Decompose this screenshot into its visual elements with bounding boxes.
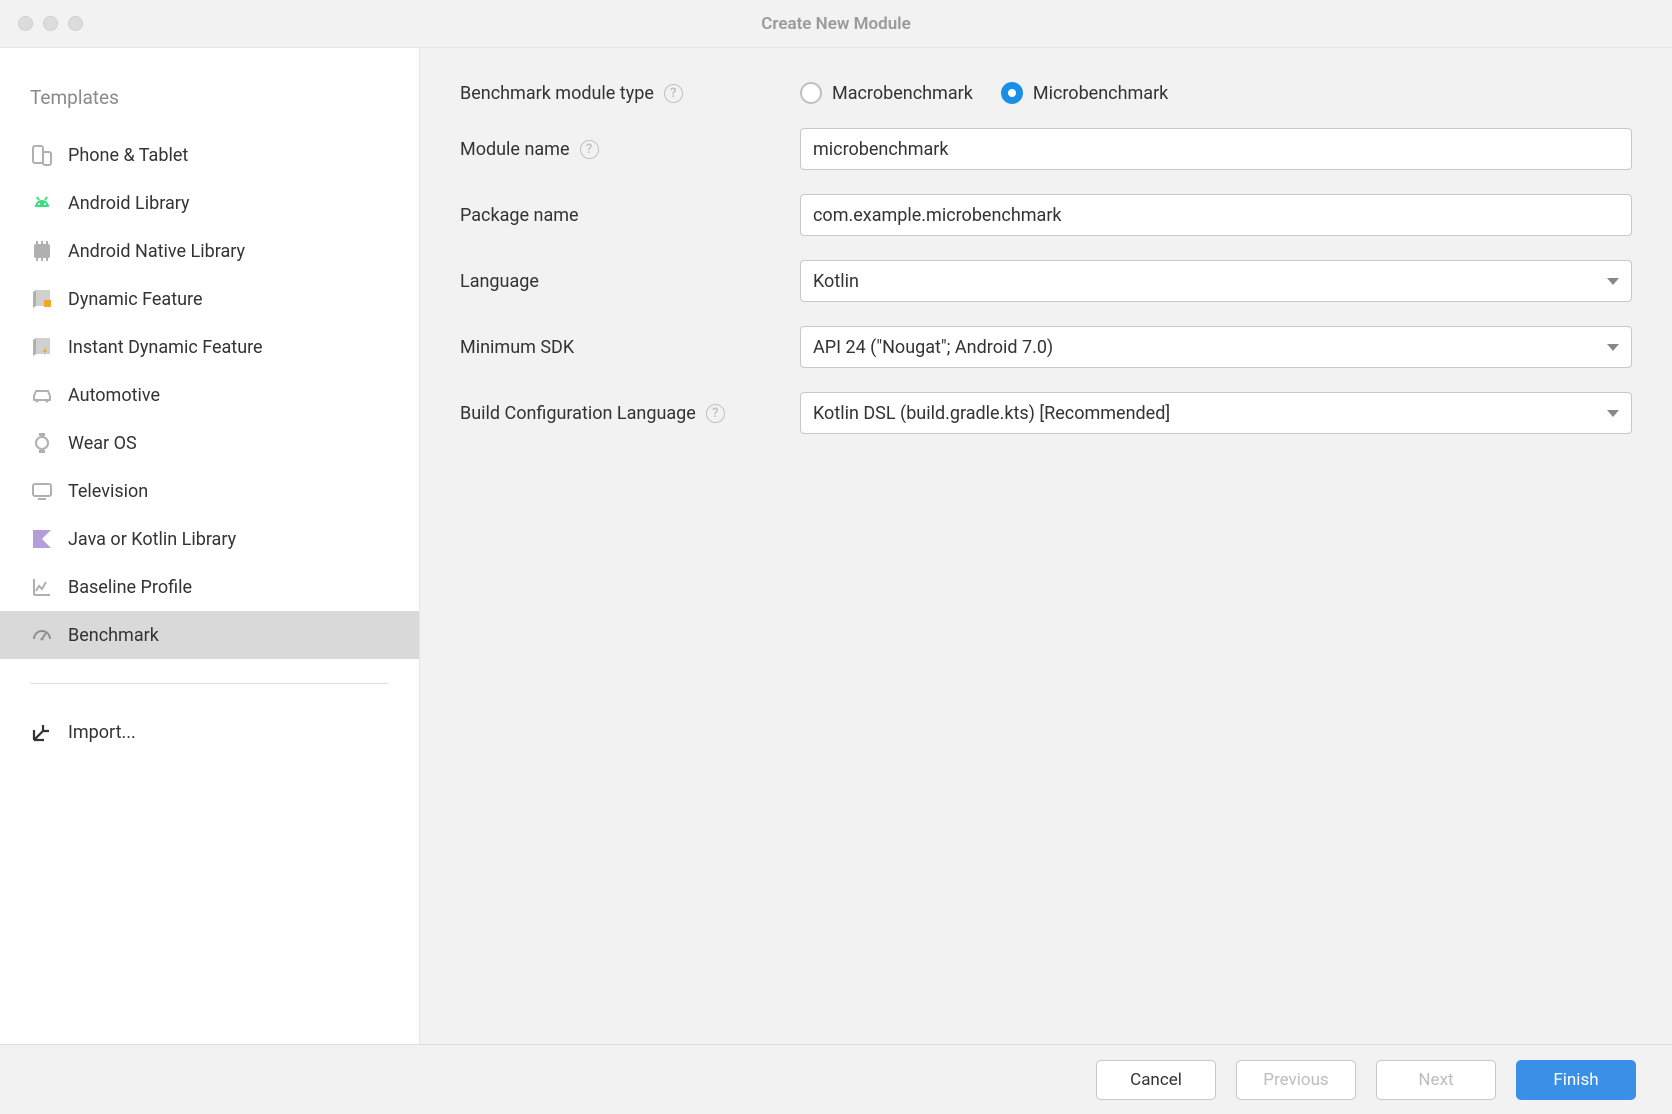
sidebar-import[interactable]: Import...: [0, 708, 419, 756]
chevron-down-icon: [1607, 344, 1619, 351]
template-television[interactable]: Television: [0, 467, 419, 515]
template-label: Android Library: [68, 193, 190, 214]
create-module-dialog: Create New Module Templates Phone & Tabl…: [0, 0, 1672, 1114]
template-benchmark[interactable]: Benchmark: [0, 611, 419, 659]
template-android-library[interactable]: Android Library: [0, 179, 419, 227]
zoom-window-button[interactable]: [68, 16, 83, 31]
kotlin-icon: [30, 527, 54, 551]
import-icon: [30, 720, 54, 744]
template-label: Benchmark: [68, 625, 159, 646]
template-list: Phone & Tablet Android Library: [0, 131, 419, 659]
template-label: Television: [68, 481, 148, 502]
package-name-label: Package name: [460, 205, 800, 226]
template-label: Dynamic Feature: [68, 289, 203, 310]
minimize-window-button[interactable]: [43, 16, 58, 31]
native-library-icon: [30, 239, 54, 263]
template-android-native-library[interactable]: Android Native Library: [0, 227, 419, 275]
car-icon: [30, 383, 54, 407]
package-name-input[interactable]: com.example.microbenchmark: [800, 194, 1632, 236]
tv-icon: [30, 479, 54, 503]
template-label: Instant Dynamic Feature: [68, 337, 263, 358]
radio-label: Macrobenchmark: [832, 83, 973, 104]
help-icon[interactable]: ?: [664, 84, 683, 103]
template-baseline-profile[interactable]: Baseline Profile: [0, 563, 419, 611]
import-label: Import...: [68, 722, 136, 743]
template-label: Phone & Tablet: [68, 145, 188, 166]
next-button[interactable]: Next: [1376, 1060, 1496, 1100]
build-config-language-label: Build Configuration Language ?: [460, 403, 800, 424]
chevron-down-icon: [1607, 410, 1619, 417]
input-value: microbenchmark: [813, 139, 949, 160]
help-icon[interactable]: ?: [580, 140, 599, 159]
radio-macrobenchmark[interactable]: Macrobenchmark: [800, 82, 973, 104]
benchmark-type-label: Benchmark module type ?: [460, 83, 800, 104]
benchmark-type-radios: Macrobenchmark Microbenchmark: [800, 82, 1632, 104]
templates-header: Templates: [0, 82, 419, 131]
language-select[interactable]: Kotlin: [800, 260, 1632, 302]
android-icon: [30, 191, 54, 215]
select-value: API 24 ("Nougat"; Android 7.0): [813, 337, 1053, 358]
help-icon[interactable]: ?: [706, 404, 725, 423]
module-name-input[interactable]: microbenchmark: [800, 128, 1632, 170]
template-instant-dynamic-feature[interactable]: Instant Dynamic Feature: [0, 323, 419, 371]
dynamic-feature-icon: [30, 287, 54, 311]
select-value: Kotlin DSL (build.gradle.kts) [Recommend…: [813, 403, 1170, 424]
template-phone-tablet[interactable]: Phone & Tablet: [0, 131, 419, 179]
template-automotive[interactable]: Automotive: [0, 371, 419, 419]
select-value: Kotlin: [813, 271, 859, 292]
close-window-button[interactable]: [18, 16, 33, 31]
template-label: Automotive: [68, 385, 160, 406]
previous-button[interactable]: Previous: [1236, 1060, 1356, 1100]
radio-label: Microbenchmark: [1033, 83, 1168, 104]
dialog-footer: Cancel Previous Next Finish: [0, 1044, 1672, 1114]
input-value: com.example.microbenchmark: [813, 205, 1062, 226]
minimum-sdk-label: Minimum SDK: [460, 337, 800, 358]
minimum-sdk-select[interactable]: API 24 ("Nougat"; Android 7.0): [800, 326, 1632, 368]
template-wear-os[interactable]: Wear OS: [0, 419, 419, 467]
template-java-kotlin-library[interactable]: Java or Kotlin Library: [0, 515, 419, 563]
window-controls: [18, 16, 83, 31]
module-name-label: Module name ?: [460, 139, 800, 160]
watch-icon: [30, 431, 54, 455]
build-config-language-select[interactable]: Kotlin DSL (build.gradle.kts) [Recommend…: [800, 392, 1632, 434]
template-label: Java or Kotlin Library: [68, 529, 236, 550]
radio-microbenchmark[interactable]: Microbenchmark: [1001, 82, 1168, 104]
form-panel: Benchmark module type ? Macrobenchmark M…: [420, 48, 1672, 1044]
dialog-title: Create New Module: [761, 14, 911, 34]
titlebar: Create New Module: [0, 0, 1672, 48]
language-label: Language: [460, 271, 800, 292]
instant-dynamic-feature-icon: [30, 335, 54, 359]
finish-button[interactable]: Finish: [1516, 1060, 1636, 1100]
radio-dot-icon: [800, 82, 822, 104]
chevron-down-icon: [1607, 278, 1619, 285]
sidebar-divider: [30, 683, 389, 684]
radio-dot-checked-icon: [1001, 82, 1023, 104]
template-label: Android Native Library: [68, 241, 245, 262]
phone-tablet-icon: [30, 143, 54, 167]
baseline-profile-icon: [30, 575, 54, 599]
benchmark-icon: [30, 623, 54, 647]
cancel-button[interactable]: Cancel: [1096, 1060, 1216, 1100]
template-label: Baseline Profile: [68, 577, 192, 598]
template-dynamic-feature[interactable]: Dynamic Feature: [0, 275, 419, 323]
template-label: Wear OS: [68, 433, 137, 454]
templates-sidebar: Templates Phone & Tablet: [0, 48, 420, 1044]
